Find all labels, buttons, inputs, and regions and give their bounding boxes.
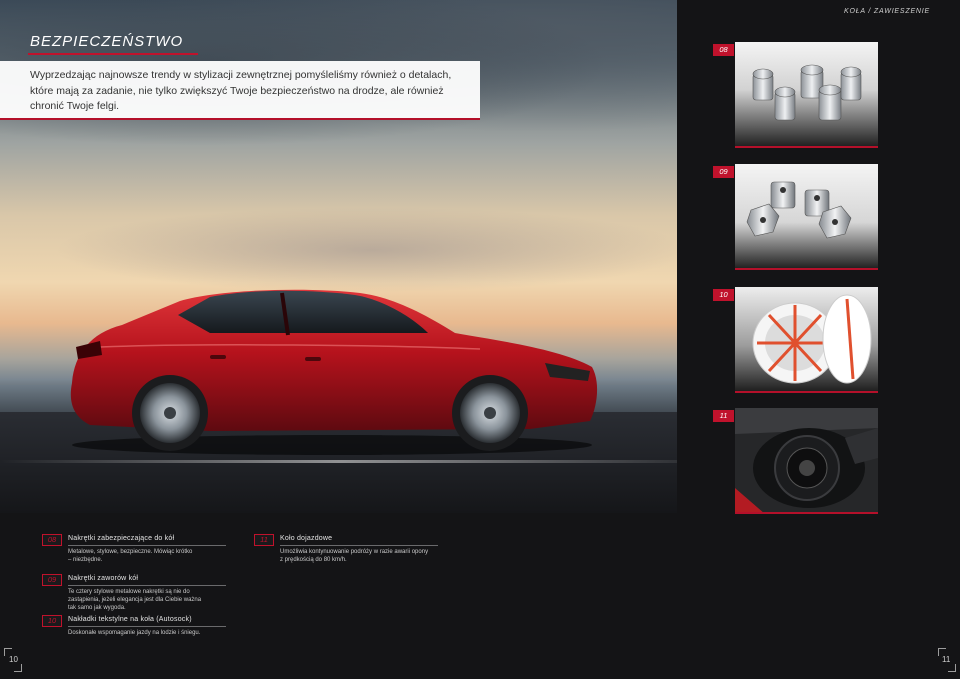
- page-number-right: 11: [942, 655, 951, 664]
- corner-mark-icon: [948, 664, 956, 672]
- item-number-11: 11: [254, 534, 274, 546]
- item-number-10: 10: [42, 615, 62, 627]
- item-title-11: Koło dojazdowe: [280, 535, 333, 542]
- item-text-11-line-1: Umożliwia kontynuowanie podróży w razie …: [280, 549, 429, 555]
- car-illustration: [70, 289, 598, 455]
- thumb-number-11: 11: [713, 410, 734, 422]
- page-number-left: 10: [9, 655, 18, 664]
- item-text-08-line-2: – niezbędne.: [68, 557, 103, 563]
- thumb-number-09: 09: [713, 166, 734, 178]
- wheel-lock-nuts-icon: [735, 42, 878, 146]
- autosock-icon: [735, 287, 878, 391]
- section-label: KOŁA / ZAWIESZENIE: [844, 8, 930, 15]
- item-title-09: Nakrętki zaworów kół: [68, 575, 139, 582]
- thumb-wheel-lock-nuts: [735, 42, 878, 148]
- thumb-spare-wheel: [735, 408, 878, 514]
- item-divider-09: [68, 585, 226, 586]
- item-text-08-line-1: Metalowe, stylowe, bezpieczne. Mówiąc kr…: [68, 549, 193, 555]
- item-title-08: Nakrętki zabezpieczające do kół: [68, 535, 175, 542]
- valve-caps-icon: [735, 164, 878, 268]
- item-text-11-line-2: z prędkością do 80 km/h.: [280, 557, 347, 563]
- title-underline: [28, 53, 198, 55]
- item-text-09-line-2: zastąpienia, jeżeli elegancja jest dla C…: [68, 597, 202, 603]
- thumb-number-10: 10: [713, 289, 734, 301]
- corner-mark-icon: [14, 664, 22, 672]
- intro-text: Wyprzedzając najnowsze trendy w stylizac…: [30, 69, 452, 112]
- item-text-09-line-1: Te cztery stylowe metalowe nakrętki są n…: [68, 589, 190, 595]
- road-line: [0, 460, 677, 463]
- page-title: BEZPIECZEŃSTWO: [30, 33, 184, 50]
- thumb-valve-caps: [735, 164, 878, 270]
- item-divider-10: [68, 626, 226, 627]
- thumb-autosock: [735, 287, 878, 393]
- item-number-09: 09: [42, 574, 62, 586]
- spare-wheel-icon: [735, 408, 878, 512]
- item-text-10-line-1: Doskonałe wspomaganie jazdy na lodzie i …: [68, 630, 201, 636]
- item-divider-11: [280, 545, 438, 546]
- item-divider-08: [68, 545, 226, 546]
- item-number-08: 08: [42, 534, 62, 546]
- item-text-09-line-3: tak samo jak wygoda.: [68, 605, 126, 611]
- item-title-10: Nakładki tekstylne na koła (Autosock): [68, 616, 192, 623]
- thumb-number-08: 08: [713, 44, 734, 56]
